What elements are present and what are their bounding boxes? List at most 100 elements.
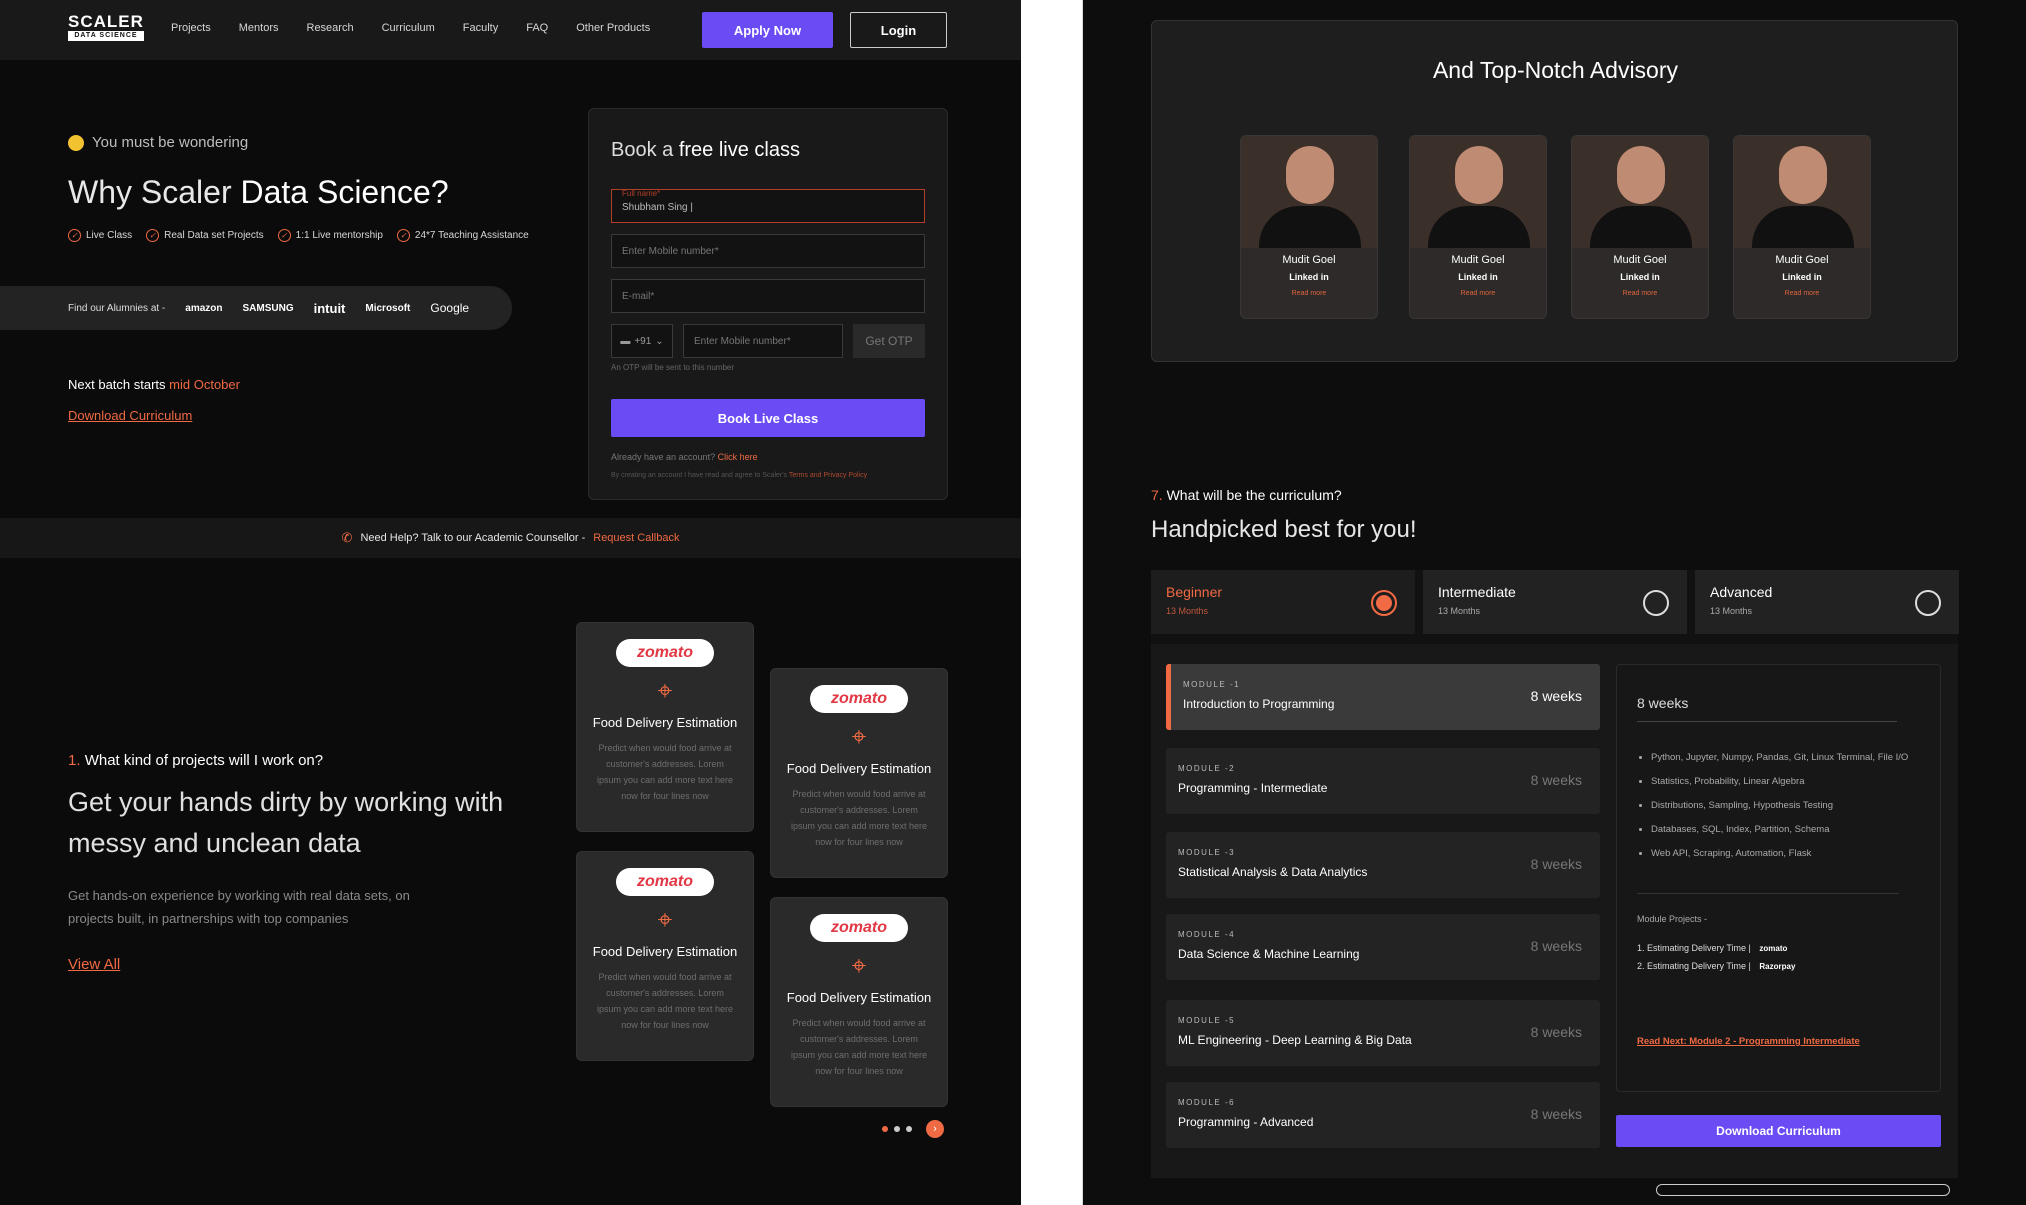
nav-faq[interactable]: FAQ	[526, 22, 548, 34]
click-here-link[interactable]: Click here	[718, 452, 758, 462]
mentor-name: Mudit Goel	[1451, 254, 1505, 266]
topic-item: Web API, Scraping, Automation, Flask	[1651, 847, 1911, 861]
location-pin-icon: ⌖	[657, 904, 673, 934]
download-curriculum-link[interactable]: Download Curriculum	[68, 408, 192, 423]
project-card[interactable]: zomato ⌖ Food Delivery Estimation Predic…	[770, 897, 948, 1107]
feature-item: ✓ 1:1 Live mentorship	[277, 229, 383, 242]
nav-projects[interactable]: Projects	[171, 22, 211, 34]
project-card[interactable]: zomato ⌖ Food Delivery Estimation Predic…	[576, 851, 754, 1061]
next-batch: Next batch starts mid October	[68, 377, 240, 392]
get-otp-button[interactable]: Get OTP	[853, 324, 925, 358]
projects-heading: Get your hands dirty by working with mes…	[68, 787, 504, 858]
scaler-logo[interactable]: SCALER DATA SCIENCE	[68, 13, 144, 41]
module-item[interactable]: MODULE -3 Statistical Analysis & Data An…	[1166, 832, 1600, 898]
mentor-card[interactable]: Mudit Goel Linked in Read more	[1733, 135, 1871, 319]
login-button[interactable]: Login	[850, 12, 947, 48]
read-more-link[interactable]: Read more	[1410, 290, 1546, 297]
feature-list: ✓ Live Class ✓ Real Data set Projects ✓ 1:1…	[68, 229, 529, 242]
tab-beginner[interactable]: Beginner 13 Months	[1151, 570, 1415, 634]
topic-item: Distributions, Sampling, Hypothesis Test…	[1651, 799, 1911, 813]
zomato-logo: zomato	[810, 685, 908, 713]
mentor-name: Mudit Goel	[1775, 254, 1829, 266]
linkedin-icon[interactable]: Linked in	[1241, 272, 1377, 282]
nav-curriculum[interactable]: Curriculum	[382, 22, 435, 34]
module-item[interactable]: MODULE -6 Programming - Advanced 8 weeks	[1166, 1082, 1600, 1148]
carousel-dots: ›	[882, 1120, 944, 1138]
nav-faculty[interactable]: Faculty	[463, 22, 498, 34]
help-text: Need Help? Talk to our Academic Counsell…	[360, 532, 586, 544]
project-card[interactable]: zomato ⌖ Food Delivery Estimation Predic…	[576, 622, 754, 832]
nav-research[interactable]: Research	[307, 22, 354, 34]
horizontal-scrollbar[interactable]	[1656, 1184, 1950, 1196]
radio-icon[interactable]	[1643, 590, 1669, 616]
read-more-link[interactable]: Read more	[1572, 290, 1708, 297]
linkedin-icon[interactable]: Linked in	[1734, 272, 1870, 282]
module-item[interactable]: MODULE -2 Programming - Intermediate 8 w…	[1166, 748, 1600, 814]
project-title: Food Delivery Estimation	[592, 944, 738, 959]
hero-title: Why Scaler Data Science?	[68, 174, 449, 210]
module-project-item: 1. Estimating Delivery Time | zomato	[1637, 943, 1788, 953]
feature-item: ✓ 24*7 Teaching Assistance	[396, 229, 529, 242]
read-more-link[interactable]: Read more	[1241, 290, 1377, 297]
radio-selected-icon[interactable]	[1371, 590, 1397, 616]
help-bar: ✆ Need Help? Talk to our Academic Counse…	[0, 518, 1021, 558]
phone-icon: ✆	[341, 530, 353, 545]
intuit-logo: intuit	[313, 300, 346, 316]
read-more-link[interactable]: Read more	[1734, 290, 1870, 297]
divider	[1637, 721, 1897, 722]
nav-links: Projects Mentors Research Curriculum Fac…	[171, 22, 650, 34]
samsung-logo: SAMSUNG	[242, 302, 294, 314]
feature-item: ✓ Real Data set Projects	[146, 229, 264, 242]
project-text: Predict when would food arrive at custom…	[596, 972, 734, 1030]
project-text: Predict when would food arrive at custom…	[790, 1018, 928, 1076]
module-item[interactable]: MODULE -1 Introduction to Programming 8 …	[1166, 664, 1600, 730]
mentor-photo	[1241, 136, 1377, 248]
project-title: Food Delivery Estimation	[786, 990, 932, 1005]
module-item[interactable]: MODULE -4 Data Science & Machine Learnin…	[1166, 914, 1600, 980]
terms-link[interactable]: Terms and Privacy Policy	[789, 472, 867, 479]
check-icon: ✓	[146, 229, 160, 242]
topic-item: Statistics, Probability, Linear Algebra	[1651, 775, 1911, 789]
carousel-dot[interactable]	[882, 1126, 888, 1132]
otp-note: An OTP will be sent to this number	[611, 363, 735, 372]
project-card[interactable]: zomato ⌖ Food Delivery Estimation Predic…	[770, 668, 948, 878]
topic-list: Python, Jupyter, Numpy, Pandas, Git, Lin…	[1651, 751, 1911, 871]
curriculum-heading: Handpicked best for you!	[1151, 516, 1417, 543]
carousel-dot[interactable]	[894, 1126, 900, 1132]
advisory-section: And Top-Notch Advisory Mudit Goel Linked…	[1151, 20, 1958, 362]
email-field[interactable]: E-mail*	[611, 279, 925, 313]
download-curriculum-button[interactable]: Download Curriculum	[1616, 1115, 1941, 1147]
location-pin-icon: ⌖	[851, 721, 867, 751]
next-arrow-icon[interactable]: ›	[926, 1120, 944, 1138]
apply-now-button[interactable]: Apply Now	[702, 12, 833, 48]
mentor-card[interactable]: Mudit Goel Linked in Read more	[1240, 135, 1378, 319]
mobile-field[interactable]: Enter Mobile number*	[611, 234, 925, 268]
nav-mentors[interactable]: Mentors	[239, 22, 279, 34]
google-logo: Google	[430, 301, 470, 315]
country-code-select[interactable]: ▬ +91 ⌄	[611, 324, 673, 358]
module-projects-label: Module Projects -	[1637, 914, 1708, 924]
india-flag-icon: ▬	[620, 335, 631, 347]
mentor-photo	[1410, 136, 1546, 248]
zomato-logo: zomato	[1759, 944, 1788, 953]
detail-weeks: 8 weeks	[1637, 695, 1689, 711]
tab-intermediate[interactable]: Intermediate 13 Months	[1423, 570, 1687, 634]
radio-icon[interactable]	[1915, 590, 1941, 616]
module-project-item: 2. Estimating Delivery Time | Razorpay	[1637, 961, 1796, 971]
full-name-field[interactable]: Full name* Shubham Sing |	[611, 189, 925, 223]
linkedin-icon[interactable]: Linked in	[1410, 272, 1546, 282]
terms-text: By creating an account I have read and a…	[611, 472, 868, 479]
mentor-card[interactable]: Mudit Goel Linked in Read more	[1409, 135, 1547, 319]
book-live-class-button[interactable]: Book Live Class	[611, 399, 925, 437]
view-all-link[interactable]: View All	[68, 956, 120, 973]
nav-other-products[interactable]: Other Products	[576, 22, 650, 34]
request-callback-link[interactable]: Request Callback	[593, 532, 679, 544]
mentor-card[interactable]: Mudit Goel Linked in Read more	[1571, 135, 1709, 319]
tab-advanced[interactable]: Advanced 13 Months	[1695, 570, 1959, 634]
check-icon: ✓	[277, 229, 291, 242]
carousel-dot[interactable]	[906, 1126, 912, 1132]
linkedin-icon[interactable]: Linked in	[1572, 272, 1708, 282]
module-item[interactable]: MODULE -5 ML Engineering - Deep Learning…	[1166, 1000, 1600, 1066]
otp-mobile-field[interactable]: Enter Mobile number*	[683, 324, 843, 358]
read-next-link[interactable]: Read Next: Module 2 - Programming Interm…	[1637, 1036, 1860, 1047]
